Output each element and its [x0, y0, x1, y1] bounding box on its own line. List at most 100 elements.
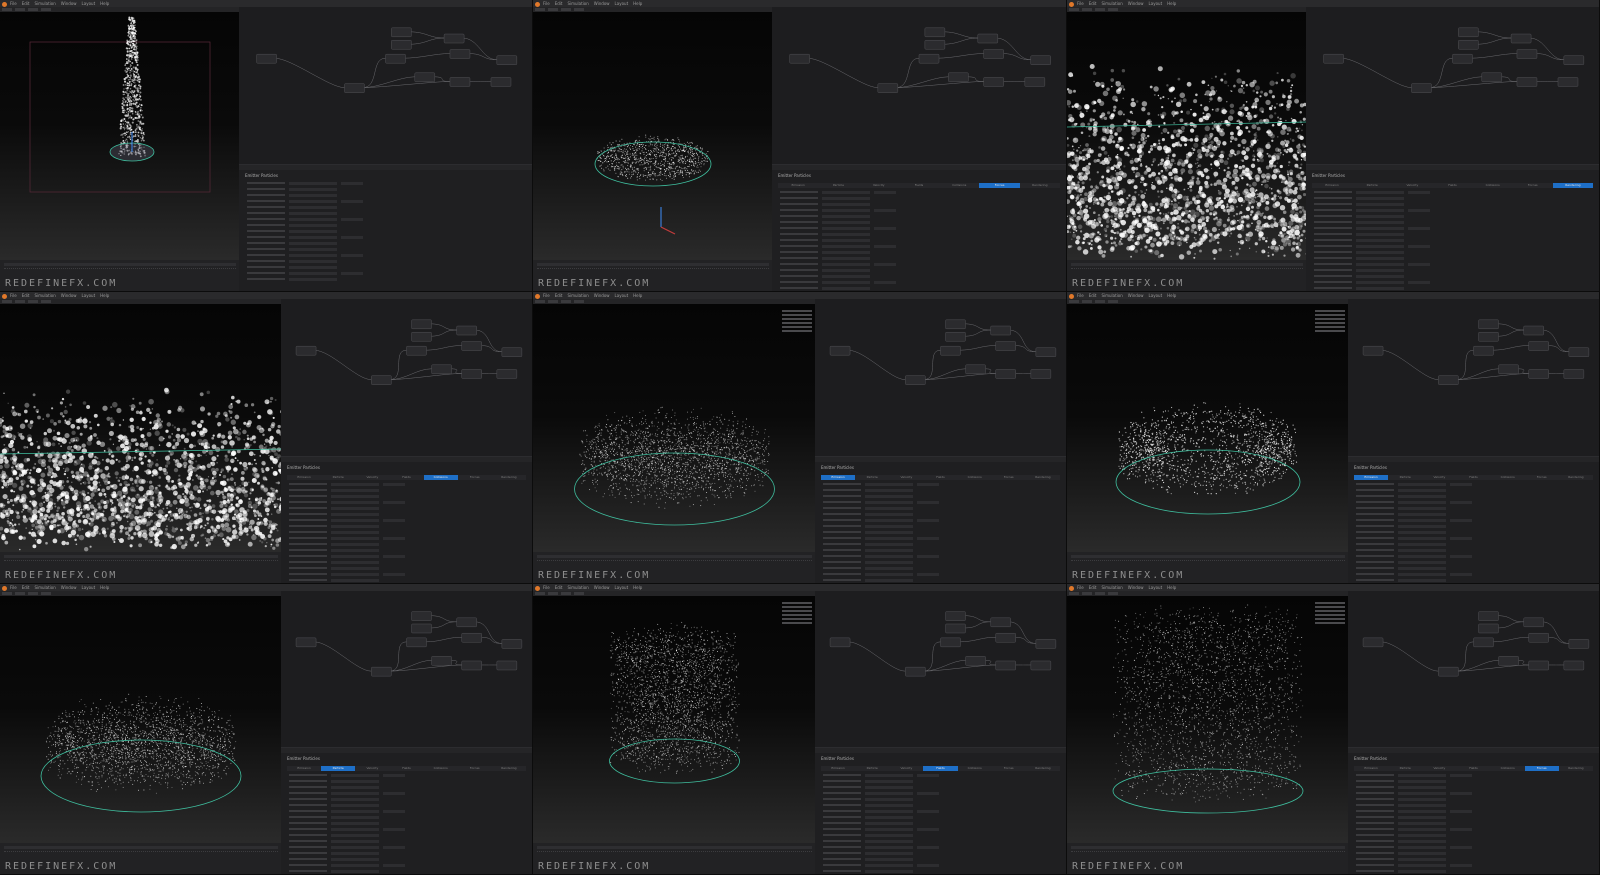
tab-forces[interactable]: Forces	[1513, 183, 1553, 188]
property-field[interactable]	[1408, 281, 1430, 284]
property-field[interactable]	[289, 218, 337, 221]
property-field[interactable]	[1356, 263, 1404, 266]
property-field[interactable]	[341, 254, 363, 257]
property-field[interactable]	[289, 200, 337, 203]
property-field[interactable]	[1356, 233, 1404, 236]
menu-item-layout[interactable]: Layout	[615, 1, 629, 6]
toolbar-button[interactable]	[1082, 8, 1092, 11]
property-field[interactable]	[1356, 257, 1404, 260]
property-field[interactable]	[1356, 251, 1404, 254]
tab-particle[interactable]: Particle	[1352, 183, 1392, 188]
property-field[interactable]	[289, 212, 337, 215]
property-field[interactable]	[822, 221, 870, 224]
toolbar-button[interactable]	[1095, 8, 1105, 11]
toolbar-button[interactable]	[28, 300, 38, 303]
timeline-track[interactable]	[4, 263, 236, 266]
toolbar-button[interactable]	[2, 8, 12, 11]
property-field[interactable]	[1408, 227, 1430, 230]
tab-fields[interactable]: Fields	[1432, 183, 1472, 188]
property-field[interactable]	[822, 191, 870, 194]
tab-forces[interactable]: Forces	[979, 183, 1020, 188]
menu-item-file[interactable]: File	[10, 1, 17, 6]
property-field[interactable]	[289, 242, 337, 245]
property-field[interactable]	[289, 194, 337, 197]
menu-item-help[interactable]: Help	[100, 293, 109, 298]
toolbar-button[interactable]	[15, 8, 25, 11]
property-field[interactable]	[289, 224, 337, 227]
tab-rendering[interactable]: Rendering	[1020, 183, 1060, 188]
tab-emission[interactable]: Emission	[778, 183, 818, 188]
property-field[interactable]	[874, 263, 896, 266]
menu-item-simulation[interactable]: Simulation	[567, 1, 588, 6]
property-field[interactable]	[1356, 203, 1404, 206]
timeline[interactable]: REDEFINEFX.COM	[0, 260, 240, 291]
property-field[interactable]	[822, 239, 870, 242]
menu-item-window[interactable]: Window	[61, 1, 77, 6]
menu-item-window[interactable]: Window	[61, 293, 77, 298]
property-field[interactable]	[289, 266, 337, 269]
property-field[interactable]	[874, 281, 896, 284]
property-field[interactable]	[341, 236, 363, 239]
property-field[interactable]	[822, 197, 870, 200]
property-field[interactable]	[1408, 263, 1430, 266]
property-field[interactable]	[822, 251, 870, 254]
property-field[interactable]	[289, 248, 337, 251]
property-field[interactable]	[1408, 245, 1430, 248]
tab-collisions[interactable]: Collisions	[1473, 183, 1513, 188]
menu-item-help[interactable]: Help	[100, 1, 109, 6]
menu-item-edit[interactable]: Edit	[1089, 1, 1097, 6]
property-field[interactable]	[289, 272, 337, 275]
menu-item-help[interactable]: Help	[633, 1, 642, 6]
toolbar-button[interactable]	[2, 300, 12, 303]
tab-emission[interactable]: Emission	[1312, 183, 1352, 188]
node-graph[interactable]	[239, 7, 532, 164]
menu-item-window[interactable]: Window	[1128, 1, 1144, 6]
menu-item-simulation[interactable]: Simulation	[34, 293, 55, 298]
toolbar-button[interactable]	[41, 8, 51, 11]
property-field[interactable]	[874, 227, 896, 230]
menu-item-file[interactable]: File	[543, 1, 550, 6]
property-field[interactable]	[289, 254, 337, 257]
property-field[interactable]	[289, 260, 337, 263]
property-field[interactable]	[289, 278, 337, 281]
toolbar-button[interactable]	[548, 8, 558, 11]
menu-item-window[interactable]: Window	[594, 1, 610, 6]
property-field[interactable]	[1356, 227, 1404, 230]
menu-item-layout[interactable]: Layout	[82, 1, 96, 6]
property-field[interactable]	[822, 269, 870, 272]
menu-item-help[interactable]: Help	[1167, 1, 1176, 6]
property-field[interactable]	[1356, 281, 1404, 284]
property-field[interactable]	[341, 218, 363, 221]
property-field[interactable]	[289, 230, 337, 233]
property-field[interactable]	[822, 233, 870, 236]
toolbar-button[interactable]	[15, 300, 25, 303]
property-field[interactable]	[341, 200, 363, 203]
property-field[interactable]	[289, 236, 337, 239]
menu-item-simulation[interactable]: Simulation	[34, 1, 55, 6]
property-field[interactable]	[874, 209, 896, 212]
toolbar-button[interactable]	[574, 8, 584, 11]
tab-rendering[interactable]: Rendering	[1552, 183, 1593, 188]
menu-item-layout[interactable]: Layout	[82, 293, 96, 298]
property-field[interactable]	[822, 215, 870, 218]
menu-item-edit[interactable]: Edit	[555, 1, 563, 6]
property-field[interactable]	[822, 203, 870, 206]
property-field[interactable]	[341, 272, 363, 275]
viewport-3d[interactable]	[0, 12, 240, 260]
property-field[interactable]	[822, 245, 870, 248]
property-field[interactable]	[822, 275, 870, 278]
timeline[interactable]: REDEFINEFX.COM	[1067, 260, 1307, 291]
property-field[interactable]	[289, 188, 337, 191]
property-field[interactable]	[1356, 245, 1404, 248]
viewport-3d[interactable]	[533, 12, 773, 260]
property-field[interactable]	[1356, 197, 1404, 200]
property-field[interactable]	[822, 227, 870, 230]
timeline[interactable]: REDEFINEFX.COM	[533, 260, 773, 291]
menu-item-file[interactable]: File	[10, 293, 17, 298]
toolbar-button[interactable]	[535, 8, 545, 11]
timeline-track[interactable]	[537, 263, 769, 266]
property-field[interactable]	[289, 182, 337, 185]
property-field[interactable]	[822, 263, 870, 266]
property-field[interactable]	[1408, 191, 1430, 194]
timeline-track[interactable]	[1071, 263, 1303, 266]
